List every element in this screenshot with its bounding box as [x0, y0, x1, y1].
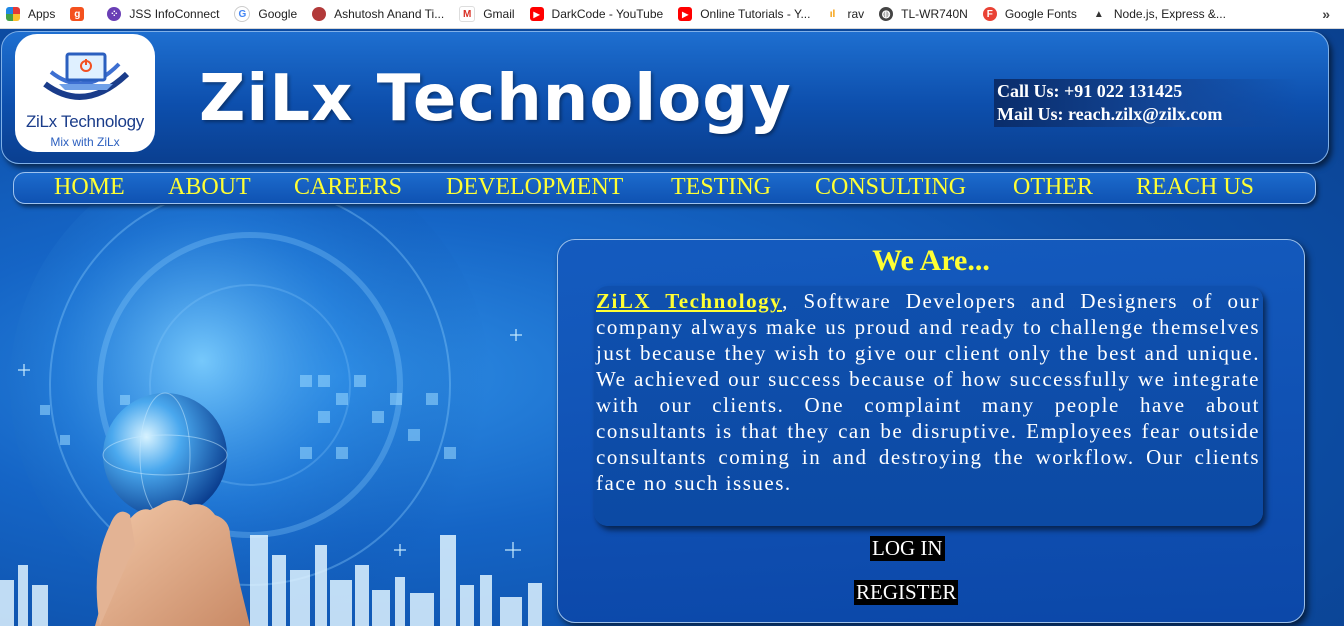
about-text-box: ZiLX Technology, Software Developers and…: [594, 286, 1263, 526]
nav-home[interactable]: HOME: [54, 174, 125, 201]
about-title: We Are...: [872, 244, 990, 277]
nav-other[interactable]: OTHER: [1013, 174, 1093, 201]
bookmark-ashutosh[interactable]: Ashutosh Anand Ti...: [306, 0, 453, 28]
youtube-icon: ▶: [529, 7, 544, 21]
bookmark-apps[interactable]: Apps: [0, 0, 64, 28]
bookmark-label: Node.js, Express &...: [1113, 7, 1226, 21]
about-paragraph: ZiLX Technology, Software Developers and…: [596, 288, 1260, 496]
g-icon: g: [70, 7, 85, 21]
nav-development[interactable]: DEVELOPMENT: [446, 174, 623, 201]
main-nav: HOME ABOUT CAREERS DEVELOPMENT TESTING C…: [13, 172, 1316, 204]
bookmark-label: Gmail: [483, 7, 515, 21]
bookmark-label: Apps: [28, 7, 56, 21]
bookmark-darkcode[interactable]: ▶ DarkCode - YouTube: [524, 0, 673, 28]
google-icon: G: [234, 6, 251, 22]
bookmark-google-fonts[interactable]: F Google Fonts: [977, 0, 1086, 28]
register-button[interactable]: REGISTER: [854, 580, 959, 605]
apps-grid-icon: [6, 7, 20, 21]
bookmark-online-tutorials[interactable]: ▶ Online Tutorials - Y...: [672, 0, 819, 28]
bookmarks-bar: Apps g ⁘ JSS InfoConnect G Google Ashutosh…: [0, 0, 1344, 29]
hero-image: [0, 205, 560, 626]
nav-testing[interactable]: TESTING: [671, 174, 771, 201]
globe-hand-illustration: [0, 205, 542, 626]
bookmark-jss[interactable]: ⁘ JSS InfoConnect: [101, 0, 228, 28]
brand-title: ZiLx Technology: [199, 62, 792, 136]
about-body-text: , Software Developers and Designers of o…: [596, 289, 1260, 495]
site-header: ZiLx Technology Mix with ZiLx ZiLx Techn…: [1, 31, 1329, 164]
globe-icon: ◍: [879, 7, 894, 21]
more-bookmarks-icon[interactable]: »: [1322, 6, 1344, 22]
about-card: We Are... ZiLX Technology, Software Deve…: [557, 239, 1305, 623]
bookmark-gmail[interactable]: M Gmail: [453, 0, 523, 28]
laptop-logo-icon: [43, 52, 130, 100]
bookmark-label: Ashutosh Anand Ti...: [334, 7, 445, 21]
login-button[interactable]: LOG IN: [870, 536, 945, 561]
nav-about[interactable]: ABOUT: [168, 174, 251, 201]
bookmark-label: rav: [847, 7, 865, 21]
logo[interactable]: ZiLx Technology Mix with ZiLx: [15, 34, 155, 152]
nav-reach-us[interactable]: REACH US: [1136, 174, 1254, 201]
dots-icon: ⁘: [107, 7, 122, 21]
avatar-icon: [312, 7, 327, 21]
nav-careers[interactable]: CAREERS: [294, 174, 402, 201]
chart-icon: ıl: [825, 7, 840, 21]
bookmark-label: DarkCode - YouTube: [551, 7, 664, 21]
node-icon: ▲: [1091, 7, 1106, 21]
youtube-icon: ▶: [678, 7, 693, 21]
bookmark-node[interactable]: ▲ Node.js, Express &...: [1086, 0, 1235, 28]
bookmark-label: Google Fonts: [1004, 7, 1077, 21]
gmail-icon: M: [459, 6, 476, 22]
logo-tagline: Mix with ZiLx: [50, 135, 120, 149]
google-fonts-icon: F: [982, 7, 997, 21]
call-us-text: Call Us: +91 022 131425: [997, 81, 1183, 101]
bookmark-label: TL-WR740N: [901, 7, 968, 21]
bookmark-g[interactable]: g: [64, 0, 101, 28]
logo-name: ZiLx Technology: [25, 112, 145, 131]
contact-info: Call Us: +91 022 131425 Mail Us: reach.z…: [994, 79, 1300, 127]
nav-consulting[interactable]: CONSULTING: [815, 174, 966, 201]
bookmark-rav[interactable]: ıl rav: [819, 0, 873, 28]
company-link[interactable]: ZiLX Technology: [596, 289, 782, 313]
bookmark-label: JSS InfoConnect: [129, 7, 220, 21]
bookmark-label: Google: [258, 7, 298, 21]
mail-us-text[interactable]: Mail Us: reach.zilx@zilx.com: [997, 103, 1297, 126]
bookmark-google[interactable]: G Google: [228, 0, 306, 28]
bookmark-label: Online Tutorials - Y...: [700, 7, 811, 21]
bookmark-router[interactable]: ◍ TL-WR740N: [873, 0, 977, 28]
